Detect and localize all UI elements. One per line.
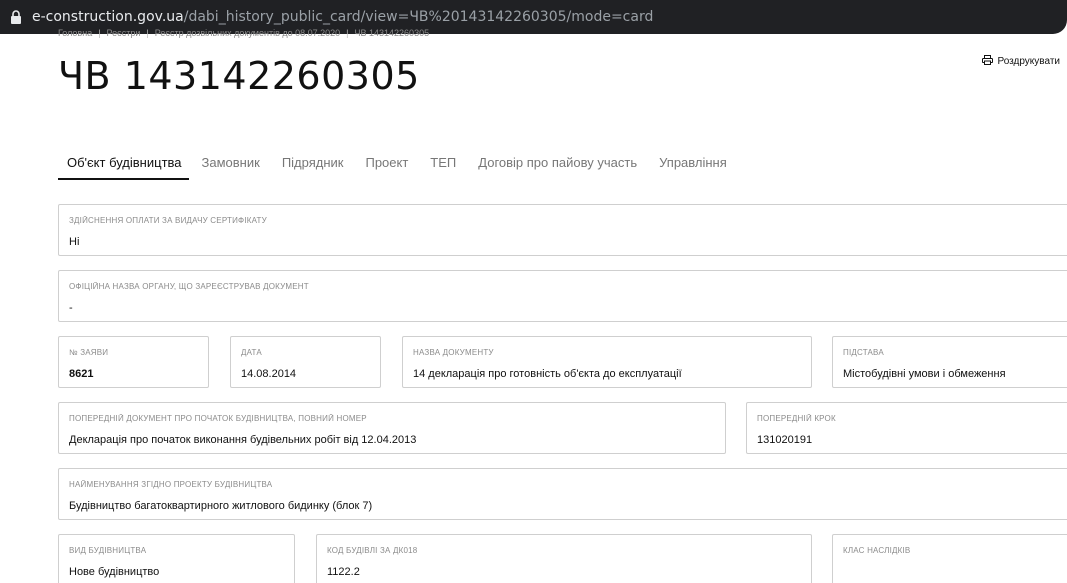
page-title: ЧВ 143142260305 — [58, 54, 420, 98]
field-value: Містобудівні умови і обмеження — [843, 368, 1006, 380]
field-authority: Офіційна назва органу, що зареєстрував д… — [58, 270, 1067, 322]
field-value: 8621 — [69, 368, 94, 380]
breadcrumb: Головна | Реєстри | Реєстр дозвільних до… — [58, 28, 429, 42]
field-label: Дата — [241, 348, 262, 357]
field-value: 14 декларація про готовність об'єкта до … — [413, 368, 682, 380]
tab-bar: Об'єкт будівництва Замовник Підрядник Пр… — [58, 150, 749, 180]
breadcrumb-item-registry[interactable]: Реєстр дозвільних документів до 08.07.20… — [155, 28, 340, 42]
field-construction-type: Вид будівництва Нове будівництво — [58, 534, 295, 583]
tab-project[interactable]: Проект — [365, 150, 408, 180]
breadcrumb-separator: | — [98, 28, 101, 38]
breadcrumb-item-home[interactable]: Головна — [58, 28, 92, 42]
field-application-number: № заяви 8621 — [58, 336, 209, 388]
field-value: 131020191 — [757, 434, 813, 446]
lock-icon — [10, 10, 22, 24]
field-value: - — [69, 302, 73, 314]
field-value: Нове будівництво — [69, 566, 160, 578]
field-label: Здійснення оплати за видачу сертифікату — [69, 216, 267, 225]
field-label: Офіційна назва органу, що зареєстрував д… — [69, 282, 309, 291]
field-previous-step: Попередній крок 131020191 — [746, 402, 1067, 454]
breadcrumb-item-registries[interactable]: Реєстри — [107, 28, 141, 42]
field-project-name: Найменування згідно проекту будівництва … — [58, 468, 1067, 520]
tab-tep[interactable]: ТЕП — [430, 150, 456, 180]
field-payment: Здійснення оплати за видачу сертифікату … — [58, 204, 1067, 256]
field-label: Назва документу — [413, 348, 494, 357]
field-value: Будівництво багатоквартирного житлового … — [69, 500, 373, 512]
print-label: Роздрукувати — [997, 56, 1060, 67]
tab-management[interactable]: Управління — [659, 150, 727, 180]
field-label: № заяви — [69, 348, 109, 357]
breadcrumb-item-current: ЧВ 143142260305 — [354, 28, 430, 38]
print-button[interactable]: Роздрукувати — [982, 55, 1060, 68]
field-building-code: Код будівлі за ДК018 1122.2 — [316, 534, 812, 583]
field-value: 1122.2 — [327, 566, 360, 578]
field-basis: Підстава Містобудівні умови і обмеження — [832, 336, 1067, 388]
tab-equity-agreement[interactable]: Договір про пайову участь — [478, 150, 637, 180]
field-document-name: Назва документу 14 декларація про готовн… — [402, 336, 812, 388]
field-value: Ні — [69, 236, 80, 248]
field-label: Клас наслідків — [843, 546, 911, 555]
tab-construction-object[interactable]: Об'єкт будівництва — [58, 150, 189, 180]
tab-contractor[interactable]: Підрядник — [282, 150, 344, 180]
field-previous-document: Попередній документ про початок будівниц… — [58, 402, 726, 454]
field-label: Підстава — [843, 348, 884, 357]
field-consequence-class: Клас наслідків — [832, 534, 1067, 583]
field-date: Дата 14.08.2014 — [230, 336, 381, 388]
breadcrumb-separator: | — [346, 28, 349, 38]
field-label: Попередній документ про початок будівниц… — [69, 414, 367, 423]
field-label: Вид будівництва — [69, 546, 147, 555]
url-text[interactable]: e-construction.gov.ua/dabi_history_publi… — [32, 9, 653, 25]
breadcrumb-separator: | — [146, 28, 149, 38]
tab-customer[interactable]: Замовник — [202, 150, 260, 180]
field-label: Попередній крок — [757, 414, 836, 423]
field-label: Найменування згідно проекту будівництва — [69, 480, 273, 489]
field-label: Код будівлі за ДК018 — [327, 546, 418, 555]
field-value: 14.08.2014 — [241, 368, 297, 380]
field-value: Декларація про початок виконання будівел… — [69, 434, 417, 446]
printer-icon — [982, 55, 994, 68]
